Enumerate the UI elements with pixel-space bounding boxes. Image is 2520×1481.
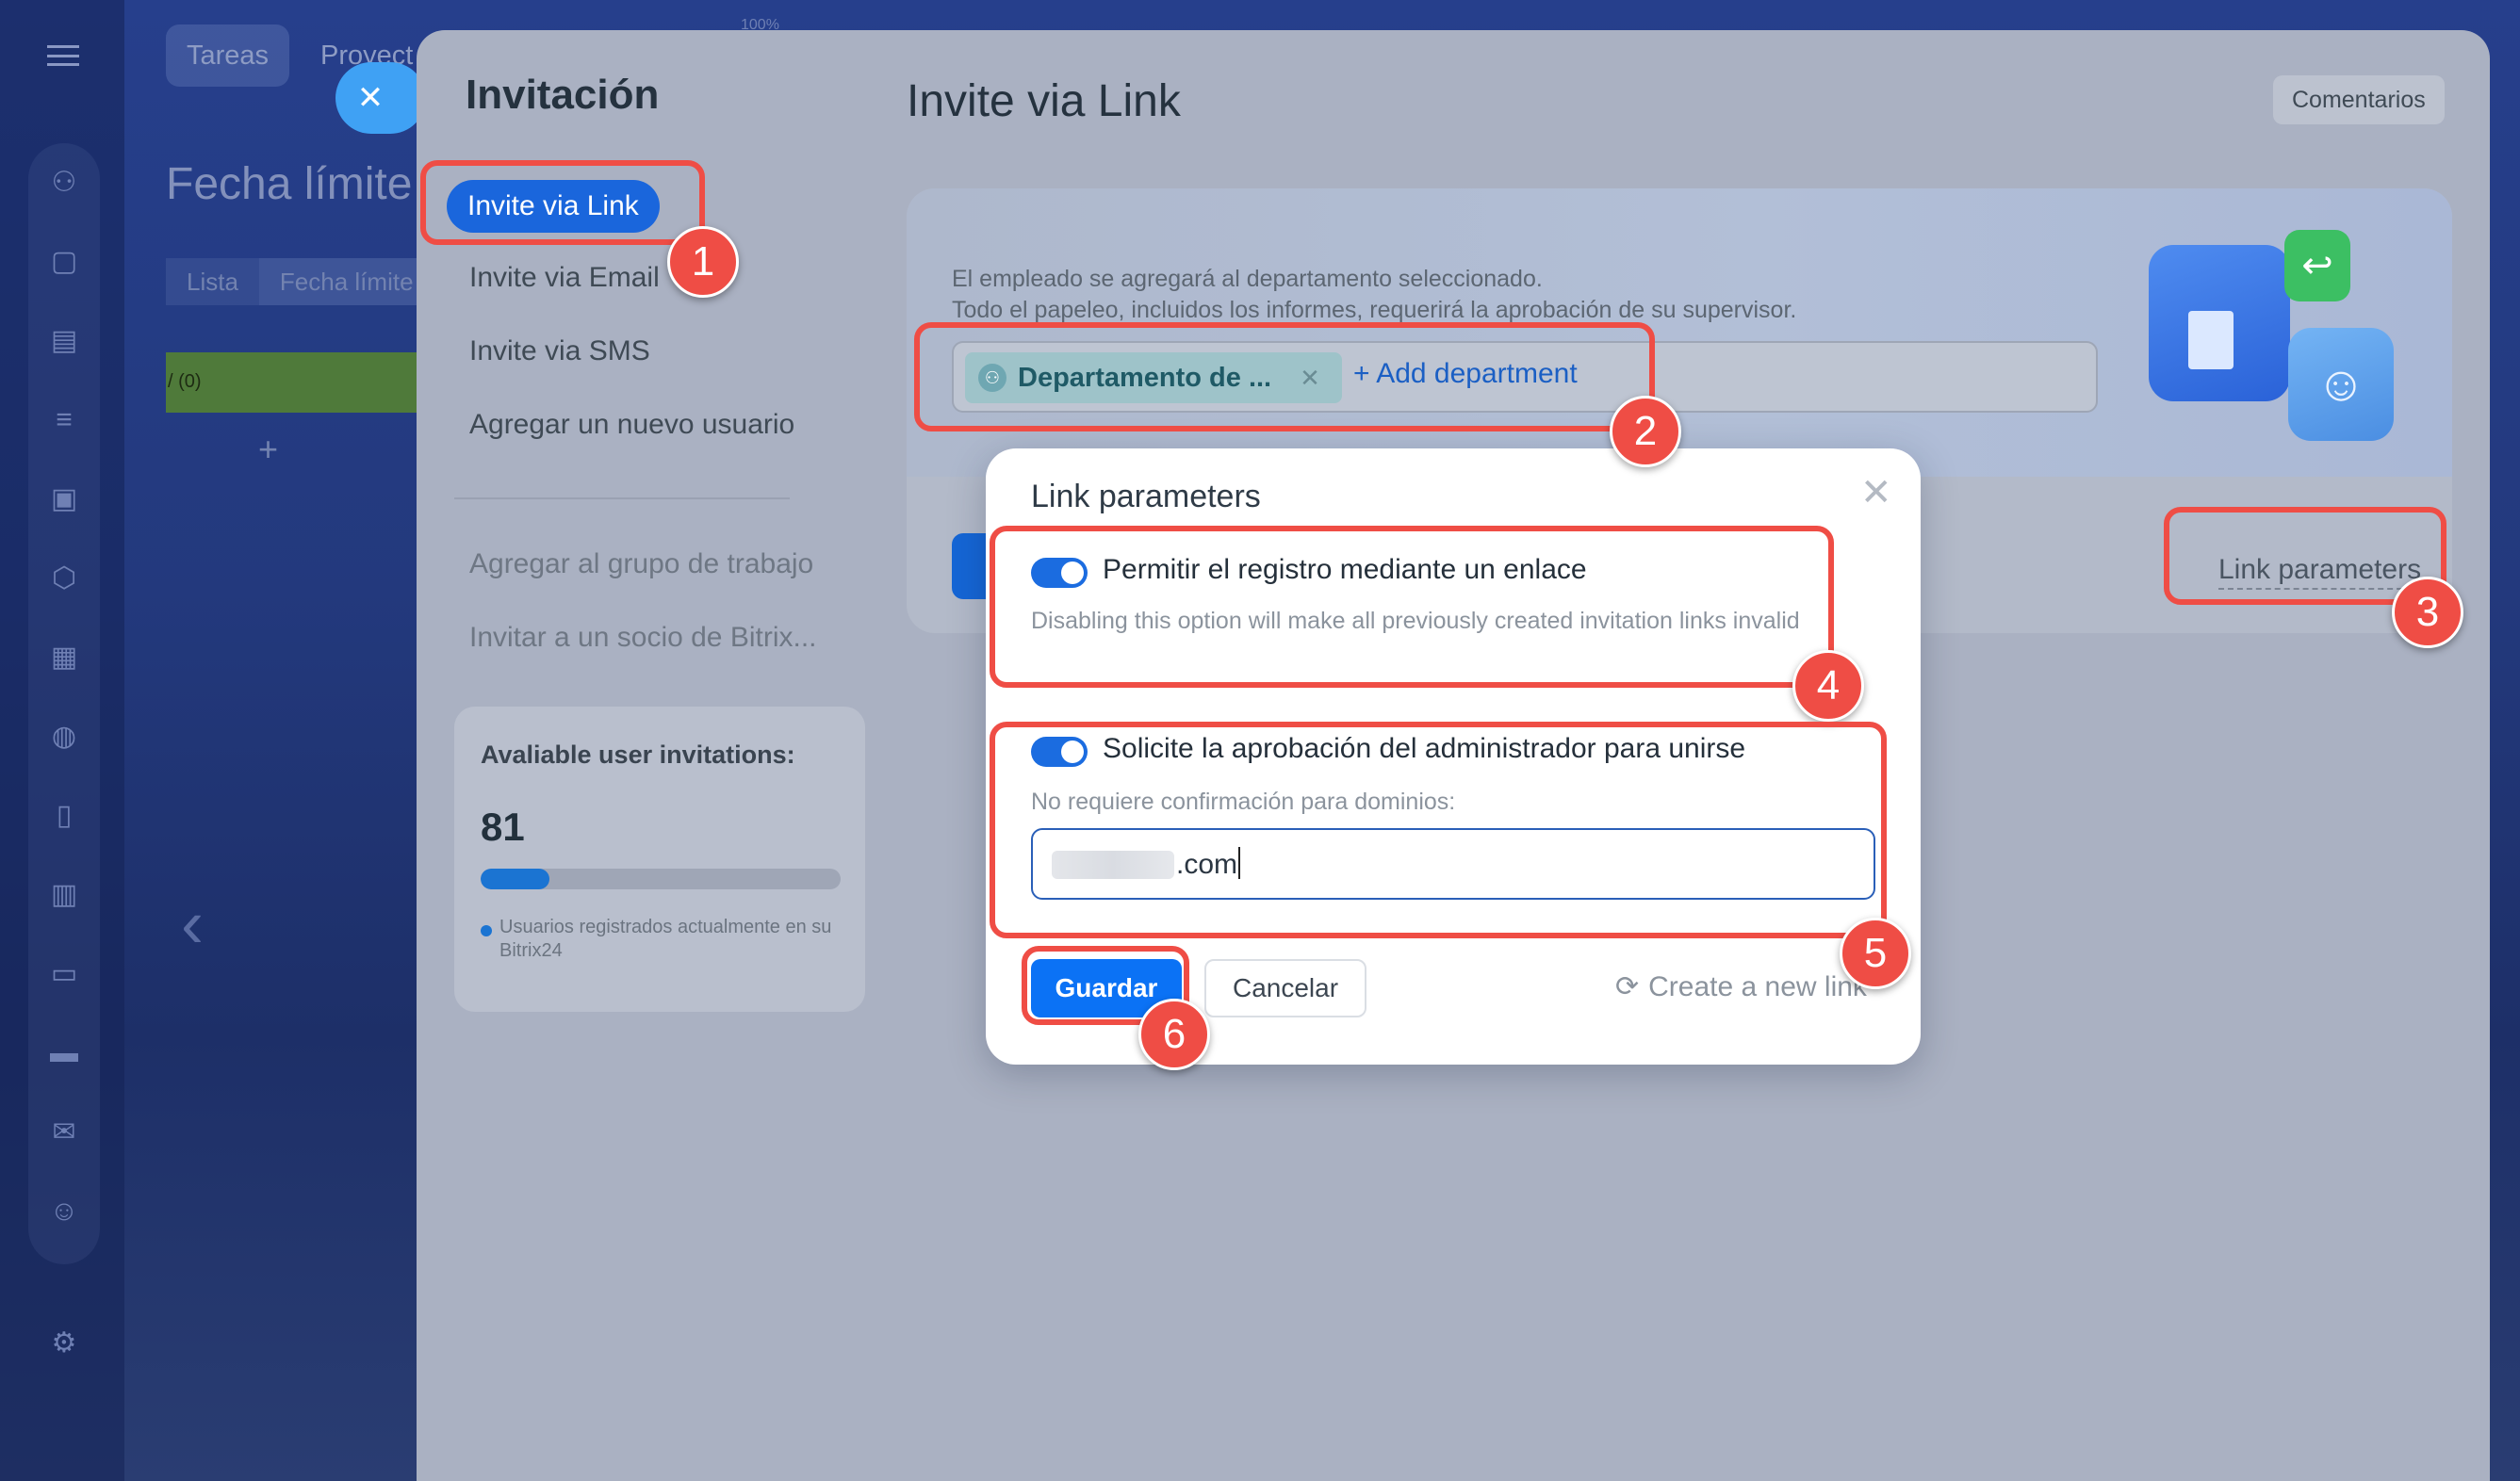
create-new-link-label: Create a new link	[1648, 971, 1867, 1002]
annotation-badge-1: 1	[667, 226, 739, 298]
invitation-quota-card: Avaliable user invitations: 81 Usuarios …	[454, 707, 865, 1012]
reply-arrow-icon: ↩	[2284, 230, 2350, 301]
tab-tareas[interactable]: Tareas	[166, 24, 290, 87]
funnel-icon[interactable]: ≡	[47, 403, 81, 437]
menu-icon[interactable]	[47, 45, 79, 66]
comments-button[interactable]: Comentarios	[2273, 75, 2445, 124]
quota-label: Avaliable user invitations:	[481, 740, 795, 769]
store-icon[interactable]: ▥	[47, 878, 81, 912]
quota-progress-fill	[481, 869, 549, 889]
quota-value: 81	[481, 805, 525, 849]
hero-description: El empleado se agregará al departamento …	[952, 264, 1796, 326]
cancel-button[interactable]: Cancelar	[1204, 959, 1366, 1017]
highlight-admin-approval	[990, 722, 1887, 938]
mail-icon[interactable]: ✉	[47, 1115, 81, 1149]
chat-icon[interactable]: ▢	[47, 245, 81, 279]
highlight-department-field	[914, 322, 1655, 431]
nav-invite-partner[interactable]: Invitar a un socio de Bitrix...	[469, 622, 817, 654]
dialog-title: Link parameters	[1031, 479, 1261, 514]
add-task-icon[interactable]: +	[258, 430, 278, 469]
chevron-left-icon[interactable]: ‹	[181, 886, 204, 963]
close-slider-button[interactable]: ✕	[335, 62, 426, 134]
page-title: Invite via Link	[907, 76, 1181, 126]
quota-note: Usuarios registrados actualmente en su B…	[499, 917, 832, 961]
annotation-badge-3: 3	[2392, 577, 2463, 648]
nav-invite-email[interactable]: Invite via Email	[469, 262, 660, 294]
hero-line-1: El empleado se agregará al departamento …	[952, 266, 1543, 292]
left-rail: ⚇ ▢ ▤ ≡ ▣ ⬡ ▦ ◍ ▯ ▥ ▭ ▬ ✉ ☺ ⚙	[0, 0, 124, 1481]
close-icon: ✕	[356, 80, 385, 116]
highlight-invite-via-link	[420, 160, 705, 245]
user-avatar-icon: ☺	[2288, 328, 2394, 441]
tasks-icon[interactable]: ▣	[47, 482, 81, 516]
document-icon[interactable]: ▯	[47, 799, 81, 833]
annotation-badge-5: 5	[1840, 918, 1911, 989]
robot-icon[interactable]: ◍	[47, 720, 81, 754]
panel-title: Invitación	[466, 72, 660, 118]
building-icon	[2188, 311, 2234, 369]
legend-dot	[481, 925, 492, 936]
close-icon[interactable]: ✕	[1860, 471, 1892, 514]
create-new-link-button[interactable]: ⟳ Create a new link	[1615, 970, 1867, 1003]
collab-icon[interactable]: ⚇	[47, 166, 81, 200]
calendar-icon[interactable]: ▦	[47, 641, 81, 675]
presentation-icon[interactable]: ▭	[47, 957, 81, 991]
users-icon[interactable]: ☺	[47, 1195, 81, 1229]
kanban-column-header: / (0)	[166, 352, 420, 413]
refresh-icon: ⟳	[1615, 971, 1640, 1002]
view-deadline[interactable]: Fecha límite	[258, 258, 434, 305]
building-card-icon	[2149, 245, 2290, 401]
nav-invite-sms[interactable]: Invite via SMS	[469, 335, 650, 367]
hexagon-icon[interactable]: ⬡	[47, 561, 81, 595]
nav-divider	[454, 497, 790, 499]
background-page-title: Fecha límite	[166, 159, 413, 209]
annotation-badge-2: 2	[1610, 396, 1681, 467]
view-switcher: Lista Fecha límite	[166, 258, 434, 305]
nav-add-user[interactable]: Agregar un nuevo usuario	[469, 409, 794, 441]
view-list[interactable]: Lista	[166, 258, 259, 305]
annotation-badge-4: 4	[1792, 650, 1864, 722]
card-icon[interactable]: ▬	[47, 1036, 81, 1070]
quota-progress-bar	[481, 869, 841, 889]
feed-icon[interactable]: ▤	[47, 324, 81, 358]
nav-add-workgroup[interactable]: Agregar al grupo de trabajo	[469, 548, 813, 580]
highlight-allow-registration	[990, 526, 1834, 688]
rail-nav	[28, 143, 100, 1264]
settings-icon[interactable]: ⚙	[47, 1326, 81, 1360]
annotation-badge-6: 6	[1138, 999, 1210, 1070]
invite-illustration: ↩ ☺	[2149, 230, 2413, 447]
